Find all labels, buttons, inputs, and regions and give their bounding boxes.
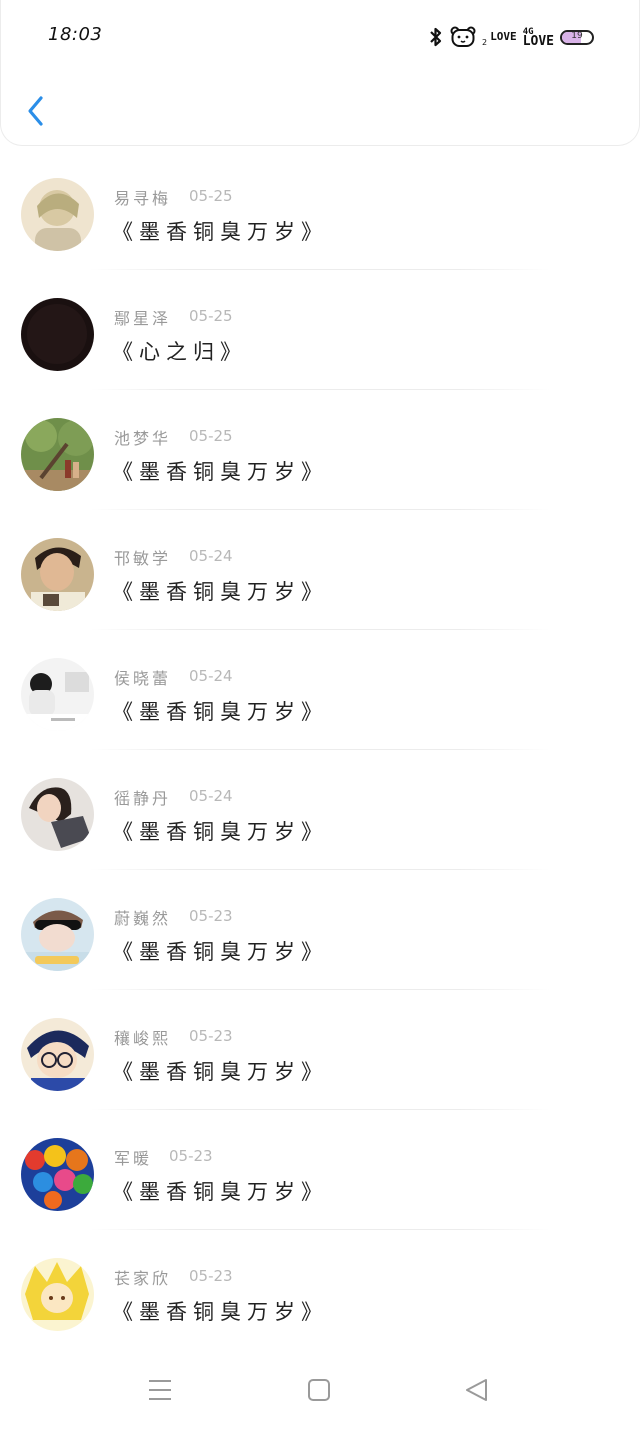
top-header: 18:03 2 LOVE 4G LOVE 19: [0, 0, 640, 146]
entry-name: 侯晓蕾: [114, 669, 172, 688]
menu-icon: [149, 1380, 171, 1400]
battery-level: 19: [571, 30, 583, 41]
list-item[interactable]: 蔚巍然 05-23 《墨香铜臭万岁》: [0, 870, 640, 990]
entry-list: 易寻梅 05-25 《墨香铜臭万岁》 鄢星泽 05-25 《心之归》 池梦华 0…: [0, 150, 640, 1350]
entry-date: 05-24: [189, 547, 233, 565]
entry-title: 《心之归》: [112, 340, 247, 364]
home-button[interactable]: [304, 1375, 334, 1405]
home-square-icon: [308, 1379, 330, 1401]
avatar: [21, 658, 94, 731]
list-item[interactable]: 池梦华 05-25 《墨香铜臭万岁》: [0, 390, 640, 510]
entry-title: 《墨香铜臭万岁》: [112, 1300, 328, 1324]
menu-button[interactable]: [145, 1375, 175, 1405]
list-item[interactable]: 穰峻熙 05-23 《墨香铜臭万岁》: [0, 990, 640, 1110]
entry-title: 《墨香铜臭万岁》: [112, 580, 328, 604]
list-item[interactable]: 易寻梅 05-25 《墨香铜臭万岁》: [0, 150, 640, 270]
back-triangle-icon: [466, 1379, 487, 1401]
entry-title: 《墨香铜臭万岁》: [112, 220, 328, 244]
system-nav-bar: [0, 1349, 640, 1429]
list-item[interactable]: 苌家欣 05-23 《墨香铜臭万岁》: [0, 1230, 640, 1350]
love-signal-icon: 2 LOVE: [482, 27, 517, 47]
avatar: [21, 298, 94, 371]
entry-date: 05-25: [189, 187, 233, 205]
love-label: LOVE: [490, 30, 517, 43]
bluetooth-icon: [428, 26, 444, 48]
status-time: 18:03: [48, 24, 103, 45]
entry-date: 05-23: [169, 1147, 213, 1165]
list-item[interactable]: 邗敏学 05-24 《墨香铜臭万岁》: [0, 510, 640, 630]
entry-title: 《墨香铜臭万岁》: [112, 940, 328, 964]
avatar: [21, 1018, 94, 1091]
entry-date: 05-24: [189, 667, 233, 685]
entry-date: 05-23: [189, 1267, 233, 1285]
love-label-2: LOVE: [522, 34, 554, 49]
entry-date: 05-23: [189, 1027, 233, 1045]
avatar: [21, 538, 94, 611]
entry-title: 《墨香铜臭万岁》: [112, 700, 328, 724]
list-item[interactable]: 鄢星泽 05-25 《心之归》: [0, 270, 640, 390]
avatar: [21, 1258, 94, 1331]
entry-date: 05-23: [189, 907, 233, 925]
avatar: [21, 1138, 94, 1211]
entry-title: 《墨香铜臭万岁》: [112, 460, 328, 484]
avatar: [21, 418, 94, 491]
list-item[interactable]: 徭静丹 05-24 《墨香铜臭万岁》: [0, 750, 640, 870]
system-back-button[interactable]: [462, 1375, 492, 1405]
avatar: [21, 178, 94, 251]
entry-name: 蔚巍然: [114, 909, 172, 928]
entry-date: 05-24: [189, 787, 233, 805]
avatar: [21, 778, 94, 851]
entry-name: 池梦华: [114, 429, 172, 448]
entry-name: 易寻梅: [114, 189, 172, 208]
entry-name: 鄢星泽: [114, 309, 172, 328]
list-item[interactable]: 侯晓蕾 05-24 《墨香铜臭万岁》: [0, 630, 640, 750]
avatar: [21, 898, 94, 971]
entry-name: 穰峻熙: [114, 1029, 172, 1048]
bear-face-icon: [450, 26, 476, 48]
entry-date: 05-25: [189, 427, 233, 445]
list-item[interactable]: 军暖 05-23 《墨香铜臭万岁》: [0, 1110, 640, 1230]
entry-title: 《墨香铜臭万岁》: [112, 820, 328, 844]
chevron-left-icon: [28, 96, 43, 126]
entry-name: 苌家欣: [114, 1269, 172, 1288]
entry-name: 徭静丹: [114, 789, 172, 808]
entry-title: 《墨香铜臭万岁》: [112, 1060, 328, 1084]
entry-date: 05-25: [189, 307, 233, 325]
entry-name: 军暖: [114, 1149, 153, 1168]
battery-icon: 19: [560, 29, 594, 45]
entry-name: 邗敏学: [114, 549, 172, 568]
4g-love-signal-icon: 4G LOVE: [522, 27, 554, 49]
entry-title: 《墨香铜臭万岁》: [112, 1180, 328, 1204]
svg-text:2: 2: [482, 38, 487, 47]
status-icons: 2 LOVE 4G LOVE 19: [428, 22, 594, 52]
back-button[interactable]: [23, 92, 49, 130]
